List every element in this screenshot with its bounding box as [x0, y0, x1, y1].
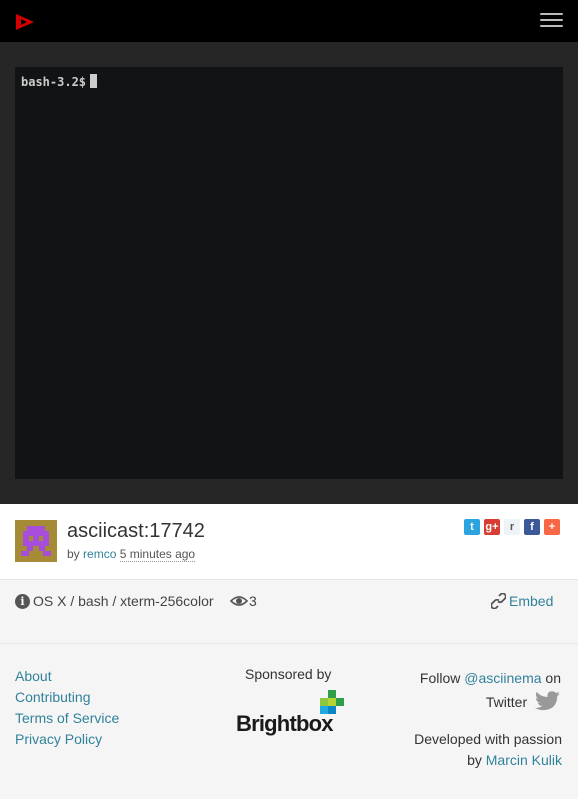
avatar[interactable]: [15, 520, 57, 562]
footer-divider: [0, 643, 578, 644]
terminal-cursor: [90, 74, 98, 88]
info-icon: i: [15, 594, 30, 609]
asciinema-logo-icon[interactable]: [15, 13, 35, 31]
byline-prefix: by: [67, 547, 80, 561]
footer-link-contributing[interactable]: Contributing: [15, 687, 119, 708]
follow-section: Follow @asciinema on Twitter: [420, 666, 561, 714]
share-addthis-icon[interactable]: +: [544, 519, 560, 535]
follow-prefix: Follow: [419, 670, 461, 686]
share-google-plus-icon[interactable]: g+: [484, 519, 500, 535]
footer-link-privacy[interactable]: Privacy Policy: [15, 729, 119, 750]
dev-author-line: by Marcin Kulik: [414, 750, 562, 771]
terminal-player[interactable]: bash-3.2$: [15, 67, 563, 479]
follow-on: on: [545, 670, 561, 686]
share-reddit-icon[interactable]: r: [504, 519, 520, 535]
embed-link[interactable]: Embed: [509, 593, 553, 609]
dev-by: by: [467, 752, 482, 768]
twitter-handle-link[interactable]: @asciinema: [464, 670, 541, 686]
menu-toggle-icon[interactable]: [540, 13, 563, 29]
byline: by remco 5 minutes ago: [67, 547, 196, 562]
link-icon[interactable]: [491, 593, 506, 609]
top-navbar: [0, 0, 578, 42]
twitter-line: Twitter: [420, 690, 561, 714]
twitter-bird-icon[interactable]: [535, 691, 561, 712]
sponsor-name: Brightbox: [236, 711, 334, 736]
author-link[interactable]: remco: [83, 547, 116, 561]
follow-line: Follow @asciinema on: [420, 666, 561, 690]
player-wrapper: bash-3.2$: [0, 42, 578, 504]
dev-line: Developed with passion: [414, 731, 562, 747]
asciicast-meta: asciicast:17742 by remco 5 minutes ago t…: [0, 504, 578, 580]
twitter-label: Twitter: [485, 694, 528, 710]
dev-author-link[interactable]: Marcin Kulik: [486, 752, 562, 768]
terminal-line: bash-3.2$: [21, 74, 557, 89]
share-facebook-icon[interactable]: f: [524, 519, 540, 535]
asciicast-title: asciicast:17742: [67, 520, 205, 542]
view-count: 3: [249, 593, 257, 609]
developer-credit: Developed with passion by Marcin Kulik: [414, 729, 562, 771]
footer-link-about[interactable]: About: [15, 666, 119, 687]
sponsored-by-label: Sponsored by: [245, 666, 332, 682]
footer-link-terms[interactable]: Terms of Service: [15, 708, 119, 729]
brightbox-logo[interactable]: Brightbox: [236, 690, 348, 736]
terminal-prompt: bash-3.2$: [21, 75, 87, 89]
eye-icon: [230, 596, 248, 606]
footer-links: About Contributing Terms of Service Priv…: [15, 666, 119, 750]
asciicast-info-row: i OS X / bash / xterm-256color 3 Embed: [0, 580, 578, 624]
share-twitter-icon[interactable]: t: [464, 519, 480, 535]
environment-info: OS X / bash / xterm-256color: [33, 593, 214, 609]
timestamp: 5 minutes ago: [119, 547, 196, 562]
